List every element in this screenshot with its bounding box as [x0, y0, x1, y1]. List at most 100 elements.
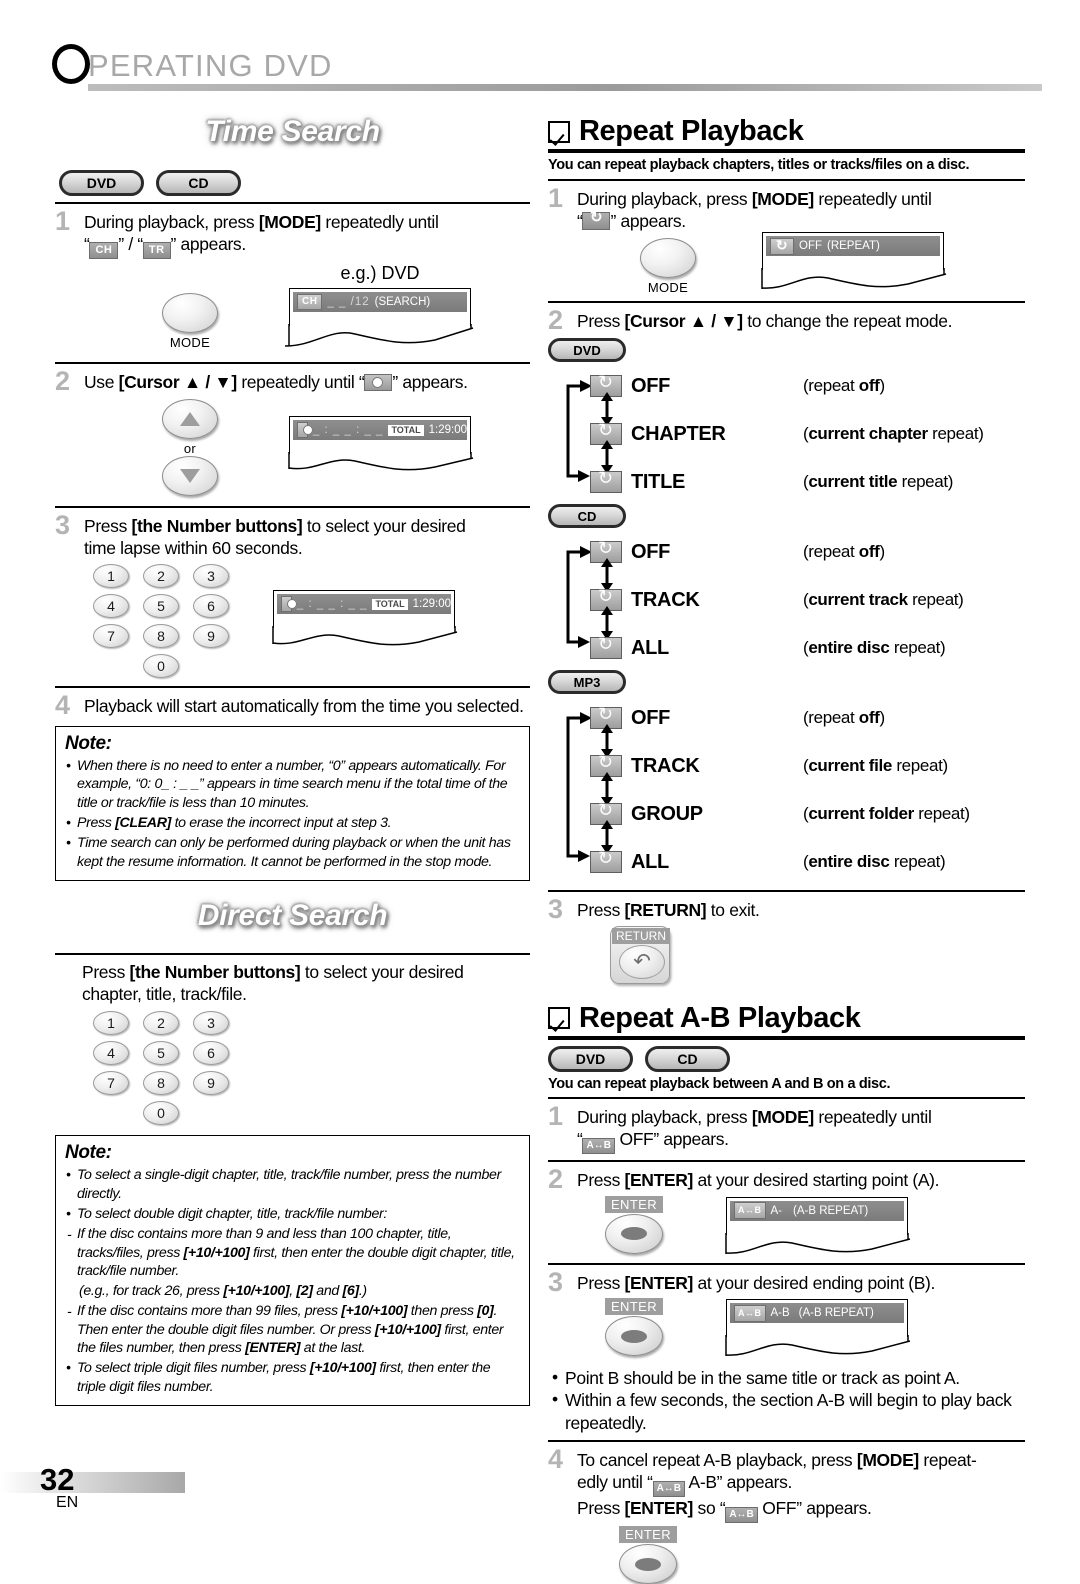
left-column: Time Search DVD CD 1 During playback, pr…	[55, 115, 530, 1406]
checkbox-icon	[548, 120, 570, 143]
osd-time: 1:29:00	[412, 598, 451, 611]
section-lead: You can repeat playback chapters, titles…	[548, 157, 970, 173]
key-9[interactable]: 9	[193, 624, 229, 649]
ab-bullets: Point B should be in the same title or t…	[552, 1366, 1025, 1434]
icon-separator: ” / “	[118, 234, 143, 255]
page-title: PERATING DVD	[88, 48, 333, 83]
media-pills-dvd-flow: DVD	[548, 338, 1025, 363]
key-4[interactable]: 4	[93, 594, 129, 619]
flow-desc: (repeat off)	[803, 376, 885, 396]
key-4[interactable]: 4	[93, 1041, 129, 1066]
total-badge: TOTAL	[372, 598, 408, 610]
media-pills-mp3-flow: MP3	[548, 670, 1025, 695]
loop-arrow-icon	[566, 546, 592, 649]
flow-label: OFF	[631, 706, 671, 729]
key-8[interactable]: 8	[143, 624, 179, 649]
note-item: Press [CLEAR] to erase the incorrect inp…	[65, 813, 520, 832]
media-pills-repeat-ab: DVD CD	[548, 1045, 1025, 1072]
flow-row: ALL (entire disc repeat)	[590, 842, 1025, 882]
repeat-icon	[590, 468, 622, 494]
step-number: 3	[548, 1266, 564, 1297]
step-number: 4	[548, 1443, 564, 1474]
osd-value: OFF	[799, 240, 822, 253]
total-badge: TOTAL	[388, 424, 424, 436]
flow-desc: (entire disc repeat)	[803, 852, 946, 872]
enter-button[interactable]	[605, 1213, 663, 1254]
repeat-icon	[582, 210, 611, 231]
key-7[interactable]: 7	[93, 1071, 129, 1096]
mode-button[interactable]	[640, 238, 696, 279]
key-1[interactable]: 1	[93, 1011, 129, 1036]
cursor-down-button[interactable]	[162, 455, 218, 496]
tv-wave-edge	[285, 324, 474, 347]
note-item: When there is no need to enter a number,…	[65, 756, 520, 812]
divider	[548, 1096, 1025, 1099]
ch-icon: CH	[297, 294, 323, 311]
osd-value: A-B	[770, 1307, 790, 1320]
cursor-up-button[interactable]	[162, 398, 218, 439]
ab-icon: A↔B	[734, 1202, 766, 1219]
flow-label: ALL	[631, 636, 669, 659]
osd-mode: (A-B REPEAT)	[793, 1204, 869, 1217]
key-5[interactable]: 5	[143, 1041, 179, 1066]
note-item: If the disc contains more than 9 and les…	[65, 1225, 520, 1280]
key-2[interactable]: 2	[143, 1011, 179, 1036]
osd-value: A-	[770, 1204, 783, 1217]
osd-mode: (A-B REPEAT)	[798, 1307, 874, 1320]
keypad-row: 1 2 3	[93, 564, 229, 589]
repeat-icon	[770, 237, 794, 255]
page-number: 32	[40, 1462, 75, 1497]
divider	[548, 890, 1025, 893]
divider	[548, 1159, 1025, 1162]
key-0[interactable]: 0	[143, 1101, 179, 1126]
note-box-direct-search: Note: To select a single-digit chapter, …	[55, 1135, 530, 1406]
loop-arrow-icon	[566, 380, 592, 483]
flow-arrow-gap	[590, 772, 1025, 807]
step-text-tail: ” appears.	[170, 234, 247, 255]
section-title: Repeat A-B Playback	[579, 1001, 861, 1034]
note-item: If the disc contains more than 99 files,…	[65, 1302, 520, 1357]
media-pill-mp3: MP3	[548, 670, 626, 695]
right-column: Repeat Playback You can repeat playback …	[548, 115, 1025, 1584]
mode-button[interactable]	[162, 293, 218, 334]
media-pills-time-search: DVD CD	[59, 170, 530, 196]
flow-row: OFF (repeat off)	[590, 698, 1025, 738]
key-0[interactable]: 0	[143, 654, 179, 679]
enter-button-group: ENTER	[592, 1298, 676, 1357]
step-4-time-search: 4 Playback will start automatically from…	[55, 692, 530, 719]
key-5[interactable]: 5	[143, 594, 179, 619]
enter-button[interactable]	[605, 1316, 663, 1357]
flow-label: TITLE	[631, 470, 686, 493]
enter-button[interactable]	[619, 1544, 677, 1584]
key-1[interactable]: 1	[93, 564, 129, 589]
step-text: During playback, press [MODE] repeatedly…	[577, 1104, 932, 1154]
media-pill-cd: CD	[156, 170, 241, 196]
keypad-row: 0	[93, 1101, 530, 1126]
keypad-row: 4 5 6	[93, 1041, 530, 1066]
divider	[55, 362, 530, 365]
flow-row: GROUP (current folder repeat)	[590, 794, 1025, 834]
section-banner-time-search: Time Search	[55, 115, 530, 161]
step-2-repeat: 2 Press [Cursor ▲ / ▼] to change the rep…	[548, 307, 1025, 334]
note-title: Note:	[65, 1142, 112, 1164]
flow-row: OFF (repeat off)	[590, 532, 1025, 572]
step-number: 1	[55, 206, 71, 236]
return-button[interactable]: RETURN ↶	[610, 925, 670, 984]
osd-mode: (SEARCH)	[374, 296, 431, 309]
keypad-row: 1 2 3	[93, 1011, 530, 1036]
osd-bar: _ : _ _ : _ _ TOTAL 1:29:00	[277, 594, 451, 615]
key-6[interactable]: 6	[193, 1041, 229, 1066]
banner-label: Time Search	[205, 115, 380, 148]
osd-value: _ _ /12	[327, 296, 370, 309]
loop-arrow-icon	[566, 712, 592, 863]
key-8[interactable]: 8	[143, 1071, 179, 1096]
flow-desc: (current title repeat)	[803, 472, 954, 492]
divider	[55, 952, 530, 955]
key-3[interactable]: 3	[193, 1011, 229, 1036]
key-3[interactable]: 3	[193, 564, 229, 589]
key-2[interactable]: 2	[143, 564, 179, 589]
key-6[interactable]: 6	[193, 594, 229, 619]
clock-icon	[281, 596, 297, 613]
key-7[interactable]: 7	[93, 624, 129, 649]
key-9[interactable]: 9	[193, 1071, 229, 1096]
